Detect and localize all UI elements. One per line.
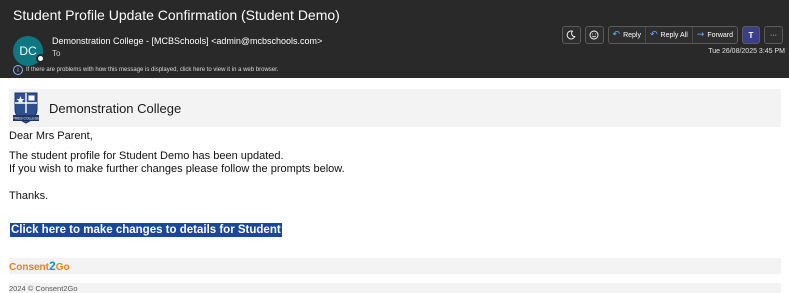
copyright-text: 2024 © Consent2Go [9,284,78,293]
emoji-button[interactable] [584,26,604,44]
teams-icon[interactable]: T [742,26,760,44]
reply-button[interactable]: ↶ Reply [609,27,645,43]
reply-all-button[interactable]: ↶ Reply All [644,27,692,43]
forward-button[interactable]: → Forward [691,27,737,43]
info-icon: i [13,65,23,75]
college-name: Demonstration College [49,101,182,116]
reply-arrow-icon: ↶ [612,30,621,40]
emoji-icon [589,30,599,40]
logo-part-2: 2 [49,259,56,273]
body-line-2: If you wish to make further changes plea… [9,163,345,175]
more-icon: ··· [770,31,777,39]
forward-arrow-icon: → [696,30,705,40]
reply-all-arrow-icon: ↶ [649,30,658,40]
more-actions-button[interactable]: ··· [764,26,783,44]
body-line-1: The student profile for Student Demo has… [9,150,284,162]
greeting: Dear Mrs Parent, [9,130,93,142]
brand-banner: PRIES COLLEGE Demonstration College [9,89,781,127]
svg-text:PRIES COLLEGE: PRIES COLLEGE [12,117,40,121]
college-crest-logo: PRIES COLLEGE [12,92,40,124]
logo-part-go: Go [55,262,70,273]
sender-line[interactable]: Demonstration College - [MCBSchools] <ad… [52,36,322,46]
presence-indicator [36,54,45,63]
display-problem-notice[interactable]: i If there are problems with how this me… [13,64,278,76]
display-problem-text[interactable]: If there are problems with how this mess… [26,67,278,73]
dark-mode-button[interactable] [561,26,581,44]
sent-date: Tue 26/08/2025 3:45 PM [708,48,785,55]
moon-icon [566,30,576,40]
consent2go-logo[interactable]: Consent2Go [9,259,70,273]
footer-banner: Consent2Go [9,258,781,274]
reply-forward-group: ↶ Reply ↶ Reply All → Forward [607,26,738,44]
reply-all-label: Reply All [660,31,688,39]
make-changes-link[interactable]: Click here to make changes to details fo… [10,223,282,237]
to-label: To [52,49,61,58]
reply-label: Reply [623,31,641,39]
message-subject: Student Profile Update Confirmation (Stu… [13,7,340,23]
closing: Thanks. [9,190,49,202]
message-header: Student Profile Update Confirmation (Stu… [0,0,789,78]
forward-label: Forward [707,31,733,39]
logo-part-consent: Consent [9,262,49,273]
copyright-bar: 2024 © Consent2Go [9,283,781,293]
message-toolbar: ↶ Reply ↶ Reply All → Forward T ··· [561,26,783,44]
